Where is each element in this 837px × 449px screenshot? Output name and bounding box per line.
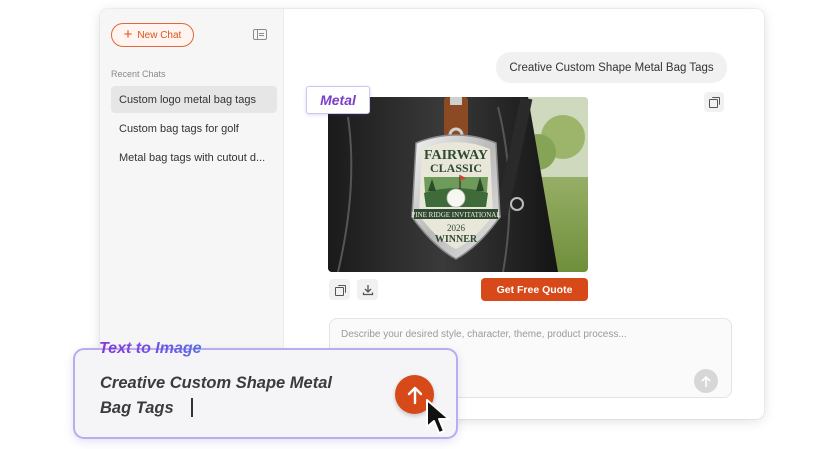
sidebar-item-cutout[interactable]: Metal bag tags with cutout d... [111, 144, 277, 171]
sidebar-item-label: Custom bag tags for golf [119, 122, 239, 135]
copy-icon [709, 97, 720, 108]
text-to-image-card[interactable]: Creative Custom Shape Metal Bag Tags [74, 349, 457, 438]
new-chat-button[interactable]: + New Chat [111, 23, 194, 47]
sidebar-item-label: Custom logo metal bag tags [119, 93, 256, 106]
copy-image-button[interactable] [329, 279, 350, 300]
sidebar-item-golf[interactable]: Custom bag tags for golf [111, 115, 277, 142]
copy-message-button[interactable] [704, 92, 724, 112]
sidebar-item-label: Metal bag tags with cutout d... [119, 151, 266, 164]
arrow-up-icon [407, 386, 422, 404]
new-chat-label: New Chat [137, 29, 182, 41]
user-message: Creative Custom Shape Metal Bag Tags [496, 52, 727, 83]
download-icon [362, 284, 373, 295]
tag-year: 2026 [447, 223, 466, 233]
golf-bag-tag-illustration: FAIRWAY CLASSIC PINE RIDGE INVITATIONAL … [328, 97, 588, 272]
tag-title-line2: CLASSIC [430, 161, 482, 175]
recent-chats-heading: Recent Chats [111, 69, 166, 79]
metal-label: Metal [306, 86, 370, 114]
plus-icon: + [123, 26, 133, 43]
arrow-up-icon [701, 375, 711, 387]
text-to-image-label: Text to Image [99, 340, 202, 357]
tti-prompt-text: Creative Custom Shape Metal Bag Tags [100, 374, 332, 417]
send-button[interactable] [694, 369, 718, 393]
sidebar-item-custom-logo[interactable]: Custom logo metal bag tags [111, 86, 277, 113]
generated-image[interactable]: FAIRWAY CLASSIC PINE RIDGE INVITATIONAL … [328, 97, 588, 272]
cursor-icon [426, 399, 450, 434]
prompt-placeholder: Describe your desired style, character, … [341, 329, 627, 340]
tag-ribbon: PINE RIDGE INVITATIONAL [411, 211, 500, 219]
get-free-quote-button[interactable]: Get Free Quote [481, 278, 588, 301]
copy-icon [334, 284, 346, 296]
tag-award: WINNER [435, 234, 478, 245]
download-button[interactable] [357, 279, 378, 300]
text-caret [191, 398, 193, 417]
sidebar-toggle-icon[interactable] [253, 29, 267, 40]
